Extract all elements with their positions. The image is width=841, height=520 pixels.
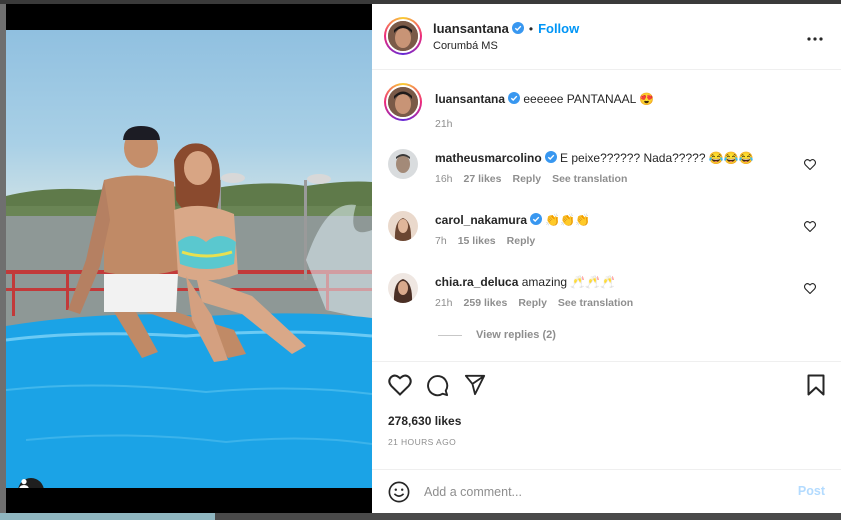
save-icon bbox=[807, 374, 825, 396]
comment-item: matheusmarcolino E peixe?????? Nada?????… bbox=[388, 147, 828, 197]
comment-like-button[interactable] bbox=[803, 281, 817, 299]
comment-time[interactable]: 21h bbox=[435, 297, 453, 309]
comment-avatar[interactable] bbox=[388, 149, 418, 179]
like-icon bbox=[388, 374, 412, 396]
emoji-button[interactable] bbox=[388, 481, 410, 508]
post-media bbox=[6, 4, 372, 513]
like-button[interactable] bbox=[388, 374, 412, 401]
comment-item: chia.ra_deluca amazing 🥂🥂🥂 21h 259 likes R… bbox=[388, 271, 828, 321]
caption-username[interactable]: luansantana bbox=[435, 92, 505, 106]
comment-likes[interactable]: 259 likes bbox=[464, 297, 508, 309]
more-options-icon bbox=[807, 37, 823, 41]
post-actions: 278,630 likes 21 HOURS AGO bbox=[372, 361, 841, 469]
caption-avatar[interactable] bbox=[384, 83, 422, 121]
follow-button[interactable]: Follow bbox=[538, 21, 579, 36]
comment-avatar[interactable] bbox=[388, 211, 418, 241]
post-photo bbox=[6, 30, 372, 488]
comment-username[interactable]: carol_nakamura bbox=[435, 213, 527, 227]
comment-button[interactable] bbox=[426, 374, 449, 402]
replies-divider bbox=[438, 334, 462, 336]
see-translation-button[interactable]: See translation bbox=[552, 173, 627, 185]
share-icon bbox=[464, 374, 486, 396]
photo-scene bbox=[6, 126, 372, 488]
comment-item: carol_nakamura 👏👏👏 7h 15 likes Reply bbox=[388, 209, 828, 259]
author-avatar[interactable] bbox=[384, 17, 422, 55]
like-icon bbox=[803, 221, 817, 233]
see-translation-button[interactable]: See translation bbox=[558, 297, 633, 309]
comment-username[interactable]: matheusmarcolino bbox=[435, 151, 542, 165]
view-replies-label: View replies (2) bbox=[476, 329, 556, 341]
verified-icon bbox=[508, 92, 521, 104]
save-button[interactable] bbox=[807, 374, 825, 401]
author-username[interactable]: luansantana bbox=[433, 21, 509, 36]
comment-username[interactable]: chia.ra_deluca bbox=[435, 275, 518, 289]
like-icon bbox=[803, 283, 817, 295]
comment-time[interactable]: 7h bbox=[435, 235, 447, 247]
comment-likes[interactable]: 15 likes bbox=[458, 235, 496, 247]
share-button[interactable] bbox=[464, 374, 486, 401]
comment-avatar[interactable] bbox=[388, 273, 418, 303]
verified-icon bbox=[530, 213, 543, 225]
taskbar-accent bbox=[0, 513, 215, 520]
emoji-icon bbox=[388, 481, 410, 503]
post-side-panel: luansantana • Follow Corumbá MS luansantan… bbox=[372, 4, 841, 513]
post-location[interactable]: Corumbá MS bbox=[433, 40, 498, 52]
comment-text: E peixe?????? Nada????? 😂😂😂 bbox=[560, 151, 754, 165]
window-bottom-edge bbox=[0, 513, 841, 520]
author-line: luansantana • Follow bbox=[433, 20, 579, 38]
comment-likes[interactable]: 27 likes bbox=[464, 173, 502, 185]
comment-input[interactable] bbox=[424, 482, 774, 502]
post-comment-button[interactable]: Post bbox=[798, 484, 825, 498]
comment-like-button[interactable] bbox=[803, 157, 817, 175]
comment-text: 👏👏👏 bbox=[545, 213, 591, 227]
comments-section: luansantana eeeeee PANTANAAL 😍 21h mathe… bbox=[372, 71, 841, 361]
caption-time[interactable]: 21h bbox=[435, 118, 453, 130]
view-replies-button[interactable]: View replies (2) bbox=[438, 329, 556, 341]
reply-button[interactable]: Reply bbox=[507, 235, 536, 247]
post-header: luansantana • Follow Corumbá MS bbox=[372, 4, 841, 70]
likes-count[interactable]: 278,630 likes bbox=[388, 414, 461, 428]
post-timestamp: 21 HOURS AGO bbox=[388, 437, 457, 447]
comment-icon bbox=[427, 375, 449, 397]
like-icon bbox=[803, 159, 817, 171]
more-options-button[interactable] bbox=[807, 28, 823, 46]
user-tag-icon bbox=[19, 479, 29, 488]
reply-button[interactable]: Reply bbox=[518, 297, 547, 309]
comment-time[interactable]: 16h bbox=[435, 173, 453, 185]
reply-button[interactable]: Reply bbox=[512, 173, 541, 185]
verified-icon bbox=[544, 151, 557, 163]
caption-text: eeeeee PANTANAAL 😍 bbox=[523, 92, 655, 106]
verified-icon bbox=[511, 22, 524, 34]
comment-text: amazing 🥂🥂🥂 bbox=[521, 275, 616, 289]
comment-like-button[interactable] bbox=[803, 219, 817, 237]
add-comment-bar: Post bbox=[372, 469, 841, 513]
separator-dot: • bbox=[528, 22, 534, 36]
